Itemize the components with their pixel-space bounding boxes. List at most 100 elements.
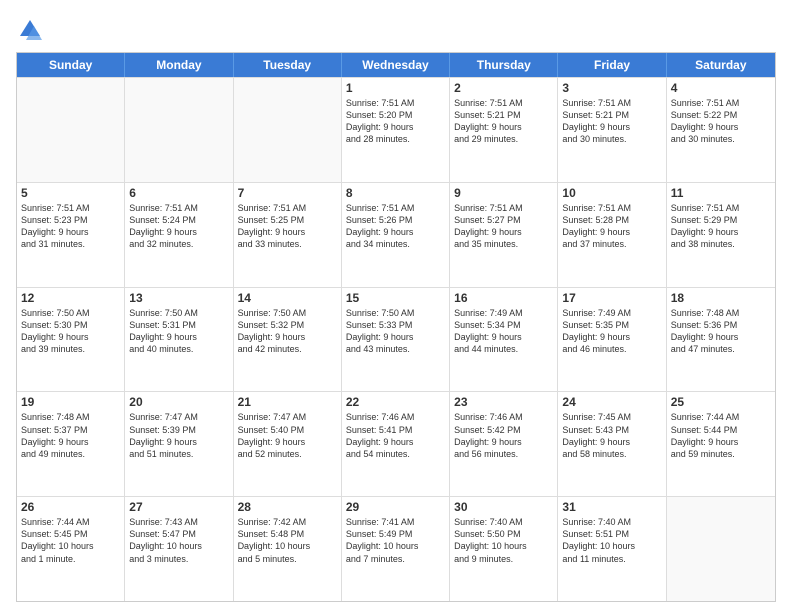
day-cell: 9 Sunrise: 7:51 AM Sunset: 5:27 PM Daylig… [450, 183, 558, 287]
page: SundayMondayTuesdayWednesdayThursdayFrid… [0, 0, 792, 612]
day-info: Sunrise: 7:49 AM Sunset: 5:34 PM Dayligh… [454, 307, 553, 356]
day-cell: 15Sunrise: 7:50 AM Sunset: 5:33 PM Dayli… [342, 288, 450, 392]
day-info: Sunrise: 7:45 AM Sunset: 5:43 PM Dayligh… [562, 411, 661, 460]
day-info: Sunrise: 7:49 AM Sunset: 5:35 PM Dayligh… [562, 307, 661, 356]
calendar-row: 1Sunrise: 7:51 AM Sunset: 5:20 PM Daylig… [17, 77, 775, 182]
day-info: Sunrise: 7:44 AM Sunset: 5:44 PM Dayligh… [671, 411, 771, 460]
day-cell: 25Sunrise: 7:44 AM Sunset: 5:44 PM Dayli… [667, 392, 775, 496]
day-info: Sunrise: 7:41 AM Sunset: 5:49 PM Dayligh… [346, 516, 445, 565]
day-number: 27 [129, 500, 228, 514]
calendar-row: 5 Sunrise: 7:51 AM Sunset: 5:23 PM Daylig… [17, 182, 775, 287]
day-info: Sunrise: 7:48 AM Sunset: 5:37 PM Dayligh… [21, 411, 120, 460]
header [16, 16, 776, 44]
weekday-header: Monday [125, 53, 233, 77]
day-cell: 1Sunrise: 7:51 AM Sunset: 5:20 PM Daylig… [342, 78, 450, 182]
day-number: 24 [562, 395, 661, 409]
day-info: Sunrise: 7:47 AM Sunset: 5:39 PM Dayligh… [129, 411, 228, 460]
day-info: Sunrise: 7:44 AM Sunset: 5:45 PM Dayligh… [21, 516, 120, 565]
day-number: 1 [346, 81, 445, 95]
day-number: 2 [454, 81, 553, 95]
empty-cell [17, 78, 125, 182]
day-cell: 22Sunrise: 7:46 AM Sunset: 5:41 PM Dayli… [342, 392, 450, 496]
weekday-header: Tuesday [234, 53, 342, 77]
day-number: 5 [21, 186, 120, 200]
day-cell: 6Sunrise: 7:51 AM Sunset: 5:24 PM Daylig… [125, 183, 233, 287]
calendar-header: SundayMondayTuesdayWednesdayThursdayFrid… [17, 53, 775, 77]
day-info: Sunrise: 7:51 AM Sunset: 5:25 PM Dayligh… [238, 202, 337, 251]
weekday-header: Thursday [450, 53, 558, 77]
day-info: Sunrise: 7:50 AM Sunset: 5:31 PM Dayligh… [129, 307, 228, 356]
logo [16, 16, 48, 44]
day-number: 28 [238, 500, 337, 514]
day-cell: 4 Sunrise: 7:51 AM Sunset: 5:22 PM Daylig… [667, 78, 775, 182]
day-info: Sunrise: 7:51 AM Sunset: 5:21 PM Dayligh… [562, 97, 661, 146]
day-number: 3 [562, 81, 661, 95]
day-cell: 3 Sunrise: 7:51 AM Sunset: 5:21 PM Daylig… [558, 78, 666, 182]
day-number: 29 [346, 500, 445, 514]
day-info: Sunrise: 7:50 AM Sunset: 5:30 PM Dayligh… [21, 307, 120, 356]
empty-cell [234, 78, 342, 182]
calendar: SundayMondayTuesdayWednesdayThursdayFrid… [16, 52, 776, 602]
day-number: 13 [129, 291, 228, 305]
day-number: 14 [238, 291, 337, 305]
day-info: Sunrise: 7:51 AM Sunset: 5:21 PM Dayligh… [454, 97, 553, 146]
day-number: 21 [238, 395, 337, 409]
day-cell: 24 Sunrise: 7:45 AM Sunset: 5:43 PM Dayli… [558, 392, 666, 496]
day-cell: 2 Sunrise: 7:51 AM Sunset: 5:21 PM Daylig… [450, 78, 558, 182]
day-cell: 18Sunrise: 7:48 AM Sunset: 5:36 PM Dayli… [667, 288, 775, 392]
weekday-header: Sunday [17, 53, 125, 77]
day-cell: 21 Sunrise: 7:47 AM Sunset: 5:40 PM Dayli… [234, 392, 342, 496]
day-info: Sunrise: 7:51 AM Sunset: 5:29 PM Dayligh… [671, 202, 771, 251]
day-info: Sunrise: 7:48 AM Sunset: 5:36 PM Dayligh… [671, 307, 771, 356]
day-number: 10 [562, 186, 661, 200]
calendar-row: 26Sunrise: 7:44 AM Sunset: 5:45 PM Dayli… [17, 496, 775, 601]
weekday-header: Saturday [667, 53, 775, 77]
logo-icon [16, 16, 44, 44]
day-cell: 23 Sunrise: 7:46 AM Sunset: 5:42 PM Dayli… [450, 392, 558, 496]
day-number: 31 [562, 500, 661, 514]
day-number: 16 [454, 291, 553, 305]
day-info: Sunrise: 7:51 AM Sunset: 5:23 PM Dayligh… [21, 202, 120, 251]
day-number: 15 [346, 291, 445, 305]
day-cell: 16 Sunrise: 7:49 AM Sunset: 5:34 PM Dayli… [450, 288, 558, 392]
day-info: Sunrise: 7:51 AM Sunset: 5:26 PM Dayligh… [346, 202, 445, 251]
day-info: Sunrise: 7:51 AM Sunset: 5:24 PM Dayligh… [129, 202, 228, 251]
day-cell: 20Sunrise: 7:47 AM Sunset: 5:39 PM Dayli… [125, 392, 233, 496]
day-cell: 30 Sunrise: 7:40 AM Sunset: 5:50 PM Dayli… [450, 497, 558, 601]
day-cell: 8 Sunrise: 7:51 AM Sunset: 5:26 PM Daylig… [342, 183, 450, 287]
day-info: Sunrise: 7:43 AM Sunset: 5:47 PM Dayligh… [129, 516, 228, 565]
day-info: Sunrise: 7:47 AM Sunset: 5:40 PM Dayligh… [238, 411, 337, 460]
day-cell: 26Sunrise: 7:44 AM Sunset: 5:45 PM Dayli… [17, 497, 125, 601]
day-cell: 10 Sunrise: 7:51 AM Sunset: 5:28 PM Dayli… [558, 183, 666, 287]
day-number: 9 [454, 186, 553, 200]
day-cell: 5 Sunrise: 7:51 AM Sunset: 5:23 PM Daylig… [17, 183, 125, 287]
day-info: Sunrise: 7:46 AM Sunset: 5:42 PM Dayligh… [454, 411, 553, 460]
day-cell: 7 Sunrise: 7:51 AM Sunset: 5:25 PM Daylig… [234, 183, 342, 287]
day-number: 19 [21, 395, 120, 409]
day-info: Sunrise: 7:40 AM Sunset: 5:50 PM Dayligh… [454, 516, 553, 565]
day-cell: 14Sunrise: 7:50 AM Sunset: 5:32 PM Dayli… [234, 288, 342, 392]
day-info: Sunrise: 7:51 AM Sunset: 5:22 PM Dayligh… [671, 97, 771, 146]
day-number: 12 [21, 291, 120, 305]
day-number: 23 [454, 395, 553, 409]
day-number: 7 [238, 186, 337, 200]
day-info: Sunrise: 7:42 AM Sunset: 5:48 PM Dayligh… [238, 516, 337, 565]
day-cell: 11 Sunrise: 7:51 AM Sunset: 5:29 PM Dayli… [667, 183, 775, 287]
calendar-row: 12 Sunrise: 7:50 AM Sunset: 5:30 PM Dayli… [17, 287, 775, 392]
day-number: 8 [346, 186, 445, 200]
day-info: Sunrise: 7:51 AM Sunset: 5:27 PM Dayligh… [454, 202, 553, 251]
day-info: Sunrise: 7:51 AM Sunset: 5:28 PM Dayligh… [562, 202, 661, 251]
weekday-header: Wednesday [342, 53, 450, 77]
day-number: 17 [562, 291, 661, 305]
day-info: Sunrise: 7:40 AM Sunset: 5:51 PM Dayligh… [562, 516, 661, 565]
day-cell: 27 Sunrise: 7:43 AM Sunset: 5:47 PM Dayli… [125, 497, 233, 601]
day-cell: 17 Sunrise: 7:49 AM Sunset: 5:35 PM Dayli… [558, 288, 666, 392]
day-number: 30 [454, 500, 553, 514]
day-number: 4 [671, 81, 771, 95]
calendar-row: 19 Sunrise: 7:48 AM Sunset: 5:37 PM Dayli… [17, 391, 775, 496]
day-cell: 31 Sunrise: 7:40 AM Sunset: 5:51 PM Dayli… [558, 497, 666, 601]
calendar-body: 1Sunrise: 7:51 AM Sunset: 5:20 PM Daylig… [17, 77, 775, 601]
empty-cell [667, 497, 775, 601]
day-number: 11 [671, 186, 771, 200]
day-number: 22 [346, 395, 445, 409]
